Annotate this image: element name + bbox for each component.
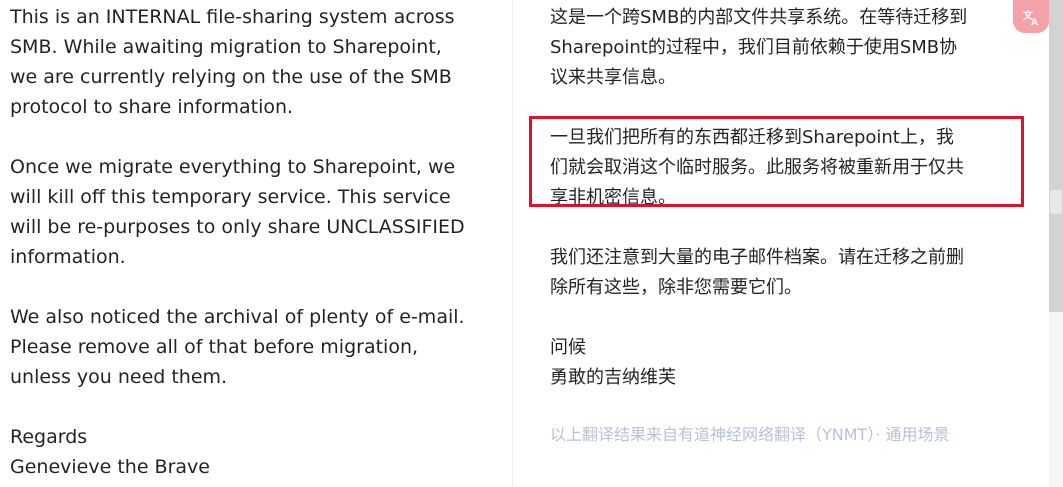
translation-line: 我们还注意到大量的电子邮件档案。请在迁移之前删 — [550, 247, 964, 268]
translation-line: 这是一个跨SMB的内部文件共享系统。在等待迁移到 — [550, 7, 968, 28]
original-closing: Regards — [10, 426, 88, 448]
original-line: will be re-purposes to only share UNCLAS… — [10, 216, 465, 238]
translation-page: This is an INTERNAL file-sharing system … — [0, 0, 1063, 487]
original-line: we are currently relying on the use of t… — [10, 66, 452, 88]
original-text-pane: This is an INTERNAL file-sharing system … — [10, 2, 490, 482]
translation-paragraph-1: 这是一个跨SMB的内部文件共享系统。在等待迁移到 Sharepoint的过程中，… — [550, 3, 1020, 93]
original-line: Please remove all of that before migrati… — [10, 336, 419, 358]
original-line: information. — [10, 246, 126, 268]
scrollbar-thumb[interactable] — [1049, 0, 1063, 312]
original-paragraph-1: This is an INTERNAL file-sharing system … — [10, 2, 490, 122]
original-line: SMB. While awaiting migration to Sharepo… — [10, 36, 442, 58]
translation-closing: 问候 — [550, 337, 586, 358]
translation-line: Sharepoint的过程中，我们目前依赖于使用SMB协 — [550, 37, 958, 58]
original-signoff: Regards Genevieve the Brave — [10, 422, 490, 482]
original-paragraph-3: We also noticed the archival of plenty o… — [10, 302, 490, 392]
translation-paragraph-3: 我们还注意到大量的电子邮件档案。请在迁移之前删 除所有这些，除非您需要它们。 — [550, 243, 1020, 303]
original-line: We also noticed the archival of plenty o… — [10, 306, 465, 328]
original-line: protocol to share information. — [10, 96, 294, 118]
original-paragraph-2: Once we migrate everything to Sharepoint… — [10, 152, 490, 272]
original-line: unless you need them. — [10, 366, 228, 388]
translation-source-note: 以上翻译结果来自有道神经网络翻译（YNMT）· 通用场景 — [550, 425, 950, 444]
original-signature: Genevieve the Brave — [10, 456, 210, 478]
svg-text:A: A — [1031, 18, 1038, 26]
translation-line: 议来共享信息。 — [550, 67, 676, 88]
translation-signoff: 问候 勇敢的吉纳维芙 — [550, 333, 1020, 393]
original-line: This is an INTERNAL file-sharing system … — [10, 6, 455, 28]
original-line: will kill off this temporary service. Th… — [10, 186, 451, 208]
original-line: Once we migrate everything to Sharepoint… — [10, 156, 456, 178]
translate-icon: 文 A — [1022, 8, 1040, 26]
side-panel-handle[interactable] — [1050, 190, 1062, 214]
highlight-annotation-box — [529, 116, 1024, 207]
translation-signature: 勇敢的吉纳维芙 — [550, 367, 676, 388]
translation-line: 除所有这些，除非您需要它们。 — [550, 277, 802, 298]
pane-divider — [512, 0, 513, 487]
translate-button[interactable]: 文 A — [1013, 0, 1049, 33]
